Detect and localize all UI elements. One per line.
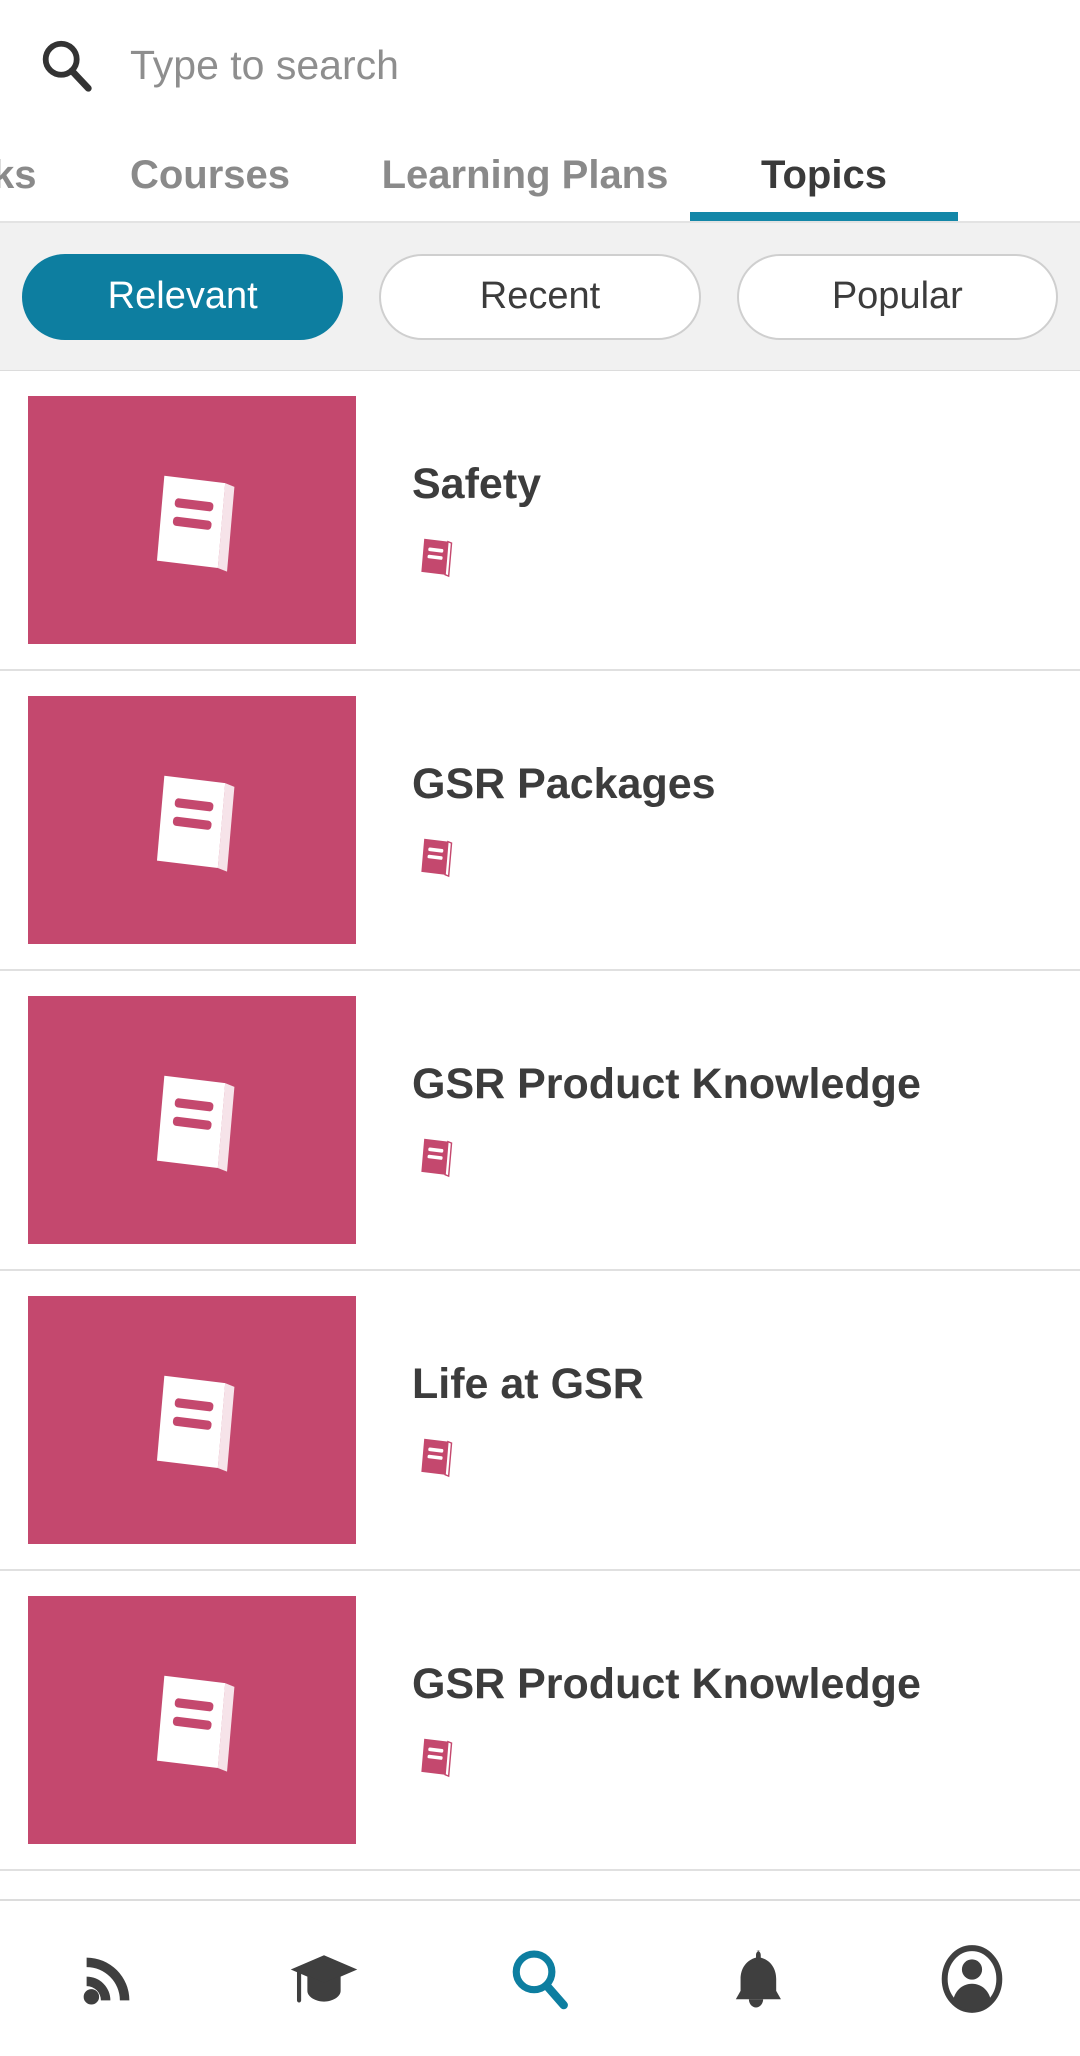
topic-thumbnail: [28, 996, 356, 1244]
tab-label: Learning Plans: [381, 152, 669, 197]
profile-icon: [941, 1944, 1003, 2013]
topic-list-item[interactable]: GSR Product Knowledge: [0, 1571, 1080, 1871]
graduation-cap-icon: [290, 1954, 358, 2002]
topic-thumbnail: [28, 396, 356, 644]
topic-row-body: Life at GSR: [356, 1296, 1080, 1544]
filter-pill-label: Relevant: [107, 275, 258, 317]
filter-pill-popular[interactable]: Popular: [736, 253, 1058, 340]
nav-item-notifications[interactable]: [648, 1900, 864, 2056]
book-icon: [421, 1438, 453, 1477]
topic-title: Safety: [412, 460, 542, 509]
bottom-navigation: [0, 1899, 1080, 2056]
search-icon: [512, 1950, 568, 2009]
book-icon: [421, 838, 453, 877]
topic-title: GSR Packages: [412, 760, 716, 809]
topic-list-item[interactable]: GSR Product Knowledge: [0, 971, 1080, 1271]
tab-bookmarks[interactable]: ks: [0, 131, 60, 221]
tab-bar: ks Courses Learning Plans Topics: [0, 131, 1080, 223]
book-icon: [156, 475, 235, 572]
search-input[interactable]: [98, 30, 1080, 101]
topic-row-body: Safety: [356, 396, 1080, 644]
filter-pill-recent[interactable]: Recent: [379, 253, 701, 340]
nav-item-profile[interactable]: [864, 1900, 1080, 2056]
topic-list-item[interactable]: Life at GSR: [0, 1271, 1080, 1571]
tab-topics[interactable]: Topics: [690, 131, 958, 221]
topic-title: Life at GSR: [412, 1360, 644, 1409]
topic-title: GSR Product Knowledge: [412, 1660, 921, 1709]
book-icon: [156, 1075, 235, 1172]
filter-bar: Relevant Recent Popular: [0, 223, 1080, 371]
topic-thumbnail: [28, 1296, 356, 1544]
tab-label: Courses: [129, 152, 291, 197]
topic-row-body: GSR Packages: [356, 696, 1080, 944]
book-icon: [421, 538, 453, 577]
nav-item-feed[interactable]: [0, 1900, 216, 2056]
book-icon: [156, 775, 235, 872]
topic-list: Safety GSR Packages GSR Product Knowledg…: [0, 371, 1080, 1899]
tab-courses[interactable]: Courses: [60, 131, 360, 221]
topic-title: GSR Product Knowledge: [412, 1060, 921, 1109]
topic-list-item[interactable]: GSR Packages: [0, 671, 1080, 971]
app-root: ks Courses Learning Plans Topics Relevan…: [0, 0, 1080, 2056]
book-icon: [421, 1138, 453, 1177]
tab-learning-plans[interactable]: Learning Plans: [360, 131, 690, 221]
search-icon[interactable]: [36, 35, 98, 97]
nav-item-learning[interactable]: [216, 1900, 432, 2056]
filter-pill-label: Popular: [831, 275, 963, 317]
nav-item-search[interactable]: [432, 1900, 648, 2056]
rss-feed-icon: [83, 1957, 130, 2005]
topic-row-body: GSR Product Knowledge: [356, 996, 1080, 1244]
book-icon: [156, 1375, 235, 1472]
topic-row-body: GSR Product Knowledge: [356, 1596, 1080, 1844]
book-icon: [156, 1675, 235, 1772]
book-icon: [421, 1738, 453, 1777]
bell-icon: [735, 1950, 781, 2007]
filter-pill-relevant[interactable]: Relevant: [22, 253, 344, 340]
search-bar: [0, 0, 1080, 131]
topic-thumbnail: [28, 1596, 356, 1844]
tab-label: ks: [0, 152, 37, 197]
topic-thumbnail: [28, 696, 356, 944]
tab-label: Topics: [761, 152, 887, 197]
topic-list-item[interactable]: Safety: [0, 371, 1080, 671]
filter-pill-label: Recent: [479, 275, 601, 317]
